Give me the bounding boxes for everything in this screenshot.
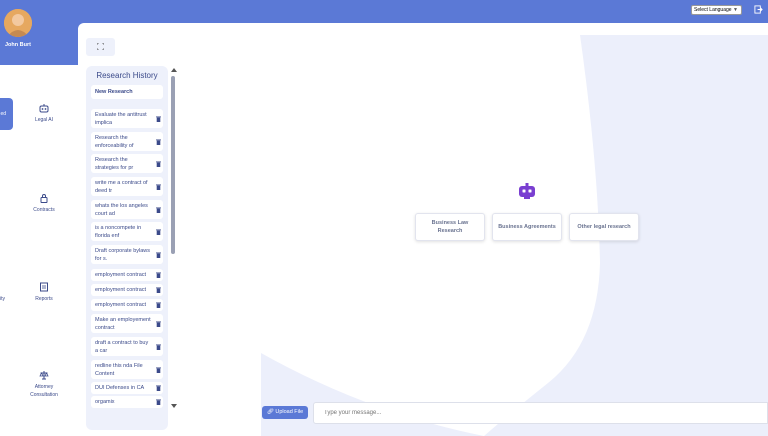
trash-icon[interactable] xyxy=(156,287,161,293)
sidebar-item-label: Attorney xyxy=(34,384,54,390)
history-item[interactable]: Research the enforceability of xyxy=(91,132,163,151)
logout-icon[interactable] xyxy=(754,5,763,14)
trash-icon[interactable] xyxy=(156,116,161,122)
trash-icon[interactable] xyxy=(156,184,161,190)
sidebar-item-reports[interactable]: Reports xyxy=(31,282,57,302)
history-item-label: Make an employement contract xyxy=(95,317,151,331)
message-input[interactable] xyxy=(313,402,768,424)
language-select-label: Select Language xyxy=(694,7,732,13)
trash-icon[interactable] xyxy=(156,161,161,167)
user-name: John Burt xyxy=(5,42,31,48)
history-item-label: employment contract xyxy=(95,302,147,308)
sidebar-item-label-2: Consultation xyxy=(30,392,58,398)
history-item-label: employment contract xyxy=(95,287,147,293)
suggestion-business-agreements[interactable]: Business Agreements xyxy=(492,213,562,241)
trash-icon[interactable] xyxy=(156,367,161,373)
bot-icon xyxy=(519,183,535,199)
trash-icon[interactable] xyxy=(156,385,161,391)
history-item-label: draft a contract to buy a car xyxy=(95,340,149,354)
scroll-down-arrow[interactable] xyxy=(171,404,177,408)
history-item[interactable]: DUI Defenses in CA xyxy=(91,382,163,394)
sidebar-item-label: Reports xyxy=(35,296,53,302)
history-item[interactable]: orgamix xyxy=(91,396,163,408)
history-item[interactable]: Draft corporate bylaws for s. xyxy=(91,245,163,264)
history-scrollbar[interactable] xyxy=(171,76,175,254)
language-select[interactable]: Select Language ▼ xyxy=(691,5,742,15)
history-item[interactable]: employment contract xyxy=(91,269,163,281)
sidebar-item-active-label: ed xyxy=(0,111,6,117)
paperclip-icon: 🔗︎ xyxy=(266,409,274,415)
history-item-label: Evaluate the antitrust implica xyxy=(95,112,147,126)
research-history-panel: Research History New Research Evaluate t… xyxy=(86,66,168,430)
sidebar-item-contracts[interactable]: Contracts xyxy=(29,193,59,213)
history-item-label: Draft corporate bylaws for s. xyxy=(95,248,151,262)
avatar-image xyxy=(4,9,32,37)
research-history-title: Research History xyxy=(96,71,158,80)
sidebar-item-partial[interactable]: ity xyxy=(0,296,5,302)
scroll-up-arrow[interactable] xyxy=(171,68,177,72)
history-item[interactable]: draft a contract to buy a car xyxy=(91,337,163,356)
suggestion-other-legal-research[interactable]: Other legal research xyxy=(569,213,639,241)
robot-icon xyxy=(39,104,49,113)
sidebar-item-label: Legal AI xyxy=(34,117,54,123)
trash-icon[interactable] xyxy=(156,272,161,278)
history-item[interactable]: Research the strategies for pr xyxy=(91,154,163,173)
suggestion-business-law-research[interactable]: Business Law Research xyxy=(415,213,485,241)
top-bar xyxy=(0,0,768,23)
trash-icon[interactable] xyxy=(156,139,161,145)
history-item-label: Research the enforceability of xyxy=(95,135,134,149)
trash-icon[interactable] xyxy=(156,252,161,258)
collapse-sidebar-button[interactable] xyxy=(86,38,115,56)
history-item[interactable]: is a noncompete in florida enf xyxy=(91,222,163,241)
trash-icon[interactable] xyxy=(156,399,161,405)
sidebar-item-legal-ai[interactable]: Legal AI xyxy=(30,103,58,123)
history-item[interactable]: employment contract xyxy=(91,299,163,311)
sidebar-item-active[interactable]: ed xyxy=(0,98,13,130)
upload-file-button[interactable]: 🔗︎ Upload File xyxy=(262,406,308,419)
history-item-label: DUI Defenses in CA xyxy=(95,385,145,391)
avatar[interactable] xyxy=(4,9,32,37)
history-item-label: whats the los angeles court ad xyxy=(95,203,148,217)
history-item[interactable]: write me a contract of deed tr xyxy=(91,177,163,196)
new-research-button[interactable]: New Research xyxy=(91,85,163,99)
sidebar: John Burt ed Legal AI Contracts ity Repo… xyxy=(0,0,78,436)
collapse-icon xyxy=(97,43,104,50)
history-item-label: is a noncompete in florida enf xyxy=(95,225,142,239)
history-item-label: Research the strategies for pr xyxy=(95,157,134,171)
lock-icon xyxy=(40,194,48,203)
upload-file-label: Upload File xyxy=(275,409,304,415)
report-icon xyxy=(40,282,48,292)
history-item-label: orgamix xyxy=(95,399,115,405)
sidebar-item-label: Contracts xyxy=(33,207,55,213)
history-item-label: redline this nda File Content xyxy=(95,363,143,377)
history-item[interactable]: redline this nda File Content xyxy=(91,360,163,379)
history-item[interactable]: Evaluate the antitrust implica xyxy=(91,109,163,128)
sidebar-item-attorney-consultation[interactable]: Attorney Consultation xyxy=(26,370,62,400)
history-item[interactable]: whats the los angeles court ad xyxy=(91,200,163,219)
trash-icon[interactable] xyxy=(156,229,161,235)
history-item[interactable]: Make an employement contract xyxy=(91,314,163,333)
trash-icon[interactable] xyxy=(156,207,161,213)
scale-icon xyxy=(39,371,49,380)
history-item[interactable]: employment contract xyxy=(91,284,163,296)
trash-icon[interactable] xyxy=(156,321,161,327)
chevron-down-icon: ▼ xyxy=(733,7,738,13)
history-item-label: write me a contract of deed tr xyxy=(95,180,148,194)
trash-icon[interactable] xyxy=(156,344,161,350)
trash-icon[interactable] xyxy=(156,302,161,308)
history-item-label: employment contract xyxy=(95,272,147,278)
